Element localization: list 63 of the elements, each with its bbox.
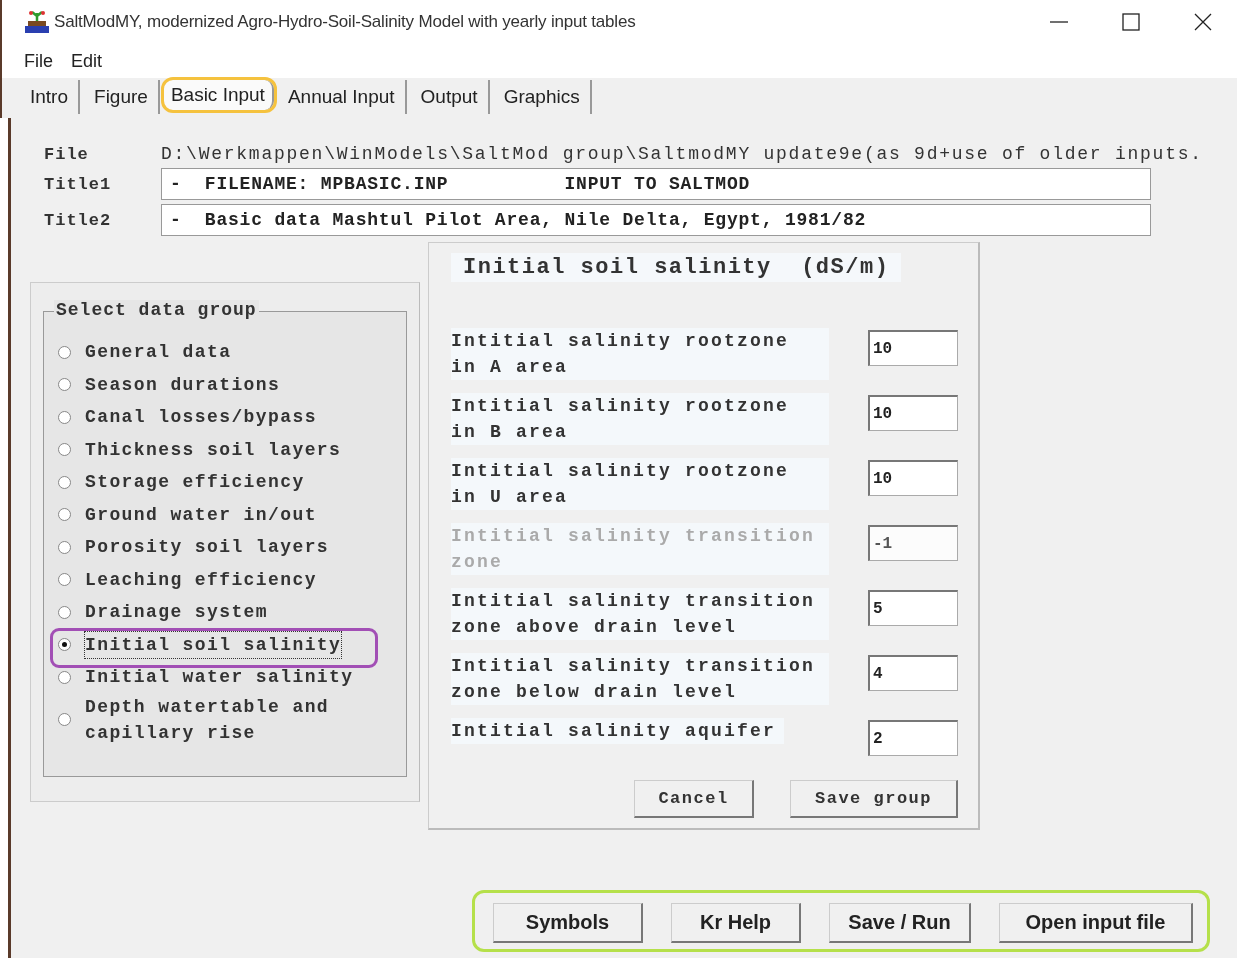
radio-label[interactable]: Season durations [85, 371, 281, 398]
close-icon[interactable] [1193, 12, 1213, 32]
tab[interactable]: Basic Input [163, 80, 274, 110]
button[interactable]: Cancel [634, 780, 754, 818]
number-field[interactable]: 10 [868, 330, 958, 366]
field-label: File [43, 144, 90, 164]
radio-label[interactable]: Porosity soil layers [85, 534, 330, 561]
tab[interactable]: Figure [84, 80, 160, 114]
field-label: Intitial salinity rootzone in A area [451, 328, 829, 380]
field-label: Intitial salinity transition zone below drain level [451, 653, 829, 705]
button[interactable]: Open input file [999, 903, 1193, 943]
radio-button[interactable] [58, 410, 71, 424]
field-label: Intitial salinity rootzone in B area [451, 393, 829, 445]
button[interactable]: Symbols [493, 903, 643, 943]
tab[interactable]: Graphics [493, 80, 592, 114]
radio-label[interactable]: Thickness soil layers [85, 436, 342, 463]
radio-label[interactable]: Storage efficiency [85, 469, 305, 496]
number-field[interactable]: 10 [868, 395, 958, 431]
tab[interactable]: Intro [20, 80, 81, 114]
field-label: Title2 [43, 210, 113, 230]
field-label: Intitial salinity transition zone above drain level [451, 588, 829, 640]
number-field[interactable]: 5 [868, 590, 958, 626]
radio-button[interactable] [58, 713, 71, 726]
radio-label[interactable]: General data [85, 339, 232, 366]
tab[interactable]: Annual Input [277, 80, 407, 114]
menu-item[interactable]: File [24, 50, 53, 72]
maximize-icon[interactable] [1121, 12, 1141, 32]
number-field[interactable]: 4 [868, 655, 958, 691]
radio-button[interactable] [58, 443, 71, 457]
group-title: Select data group [54, 300, 259, 320]
radio-label[interactable]: Ground water in/out [85, 501, 317, 528]
radio-label[interactable]: Depth watertable and capillary rise [85, 693, 375, 746]
radio-button[interactable] [58, 638, 71, 652]
tab[interactable]: Output [410, 80, 490, 114]
window-title: SaltModMY, modernized Agro-Hydro-Soil-Salinity Model with yearly input tables [54, 12, 637, 32]
field-label: Intitial salinity rootzone in U area [451, 458, 829, 510]
number-field[interactable]: 2 [868, 720, 958, 756]
field-label: Intitial salinity aquifer [451, 718, 785, 744]
radio-label[interactable]: Canal losses/bypass [85, 404, 317, 431]
radio-label[interactable]: Initial water salinity [85, 664, 354, 691]
radio-label[interactable]: Initial soil salinity [85, 631, 342, 658]
radio-button[interactable] [58, 605, 71, 619]
radio-button[interactable] [58, 540, 71, 554]
file-path: D:\Werkmappen\WinModels\SaltMod group\SaltmodMY update9e(as 9d+use of older inputs. [161, 144, 1203, 164]
app-icon [24, 10, 50, 34]
field-label: Intitial salinity transition zone [451, 523, 829, 575]
radio-button[interactable] [58, 345, 71, 359]
text-field[interactable]: - Basic data Mashtul Pilot Area, Nile Delta, Egypt, 1981/82 [161, 204, 1151, 236]
button[interactable]: Save group [790, 780, 958, 818]
radio-button[interactable] [58, 378, 71, 392]
number-field[interactable]: 10 [868, 460, 958, 496]
button[interactable]: Save / Run [829, 903, 971, 943]
radio-button[interactable] [58, 670, 71, 684]
menu-item[interactable]: Edit [71, 50, 103, 72]
radio-label[interactable]: Drainage system [85, 599, 269, 626]
radio-label[interactable]: Leaching efficiency [85, 566, 317, 593]
field-label: Title1 [43, 174, 113, 194]
form-title: Initial soil salinity (dS/m) [451, 253, 902, 282]
button[interactable]: Kr Help [671, 903, 801, 943]
text-field[interactable]: - FILENAME: MPBASIC.INP INPUT TO SALTMOD [161, 168, 1151, 200]
radio-button[interactable] [58, 573, 71, 587]
radio-button[interactable] [58, 508, 71, 522]
radio-button[interactable] [58, 475, 71, 489]
